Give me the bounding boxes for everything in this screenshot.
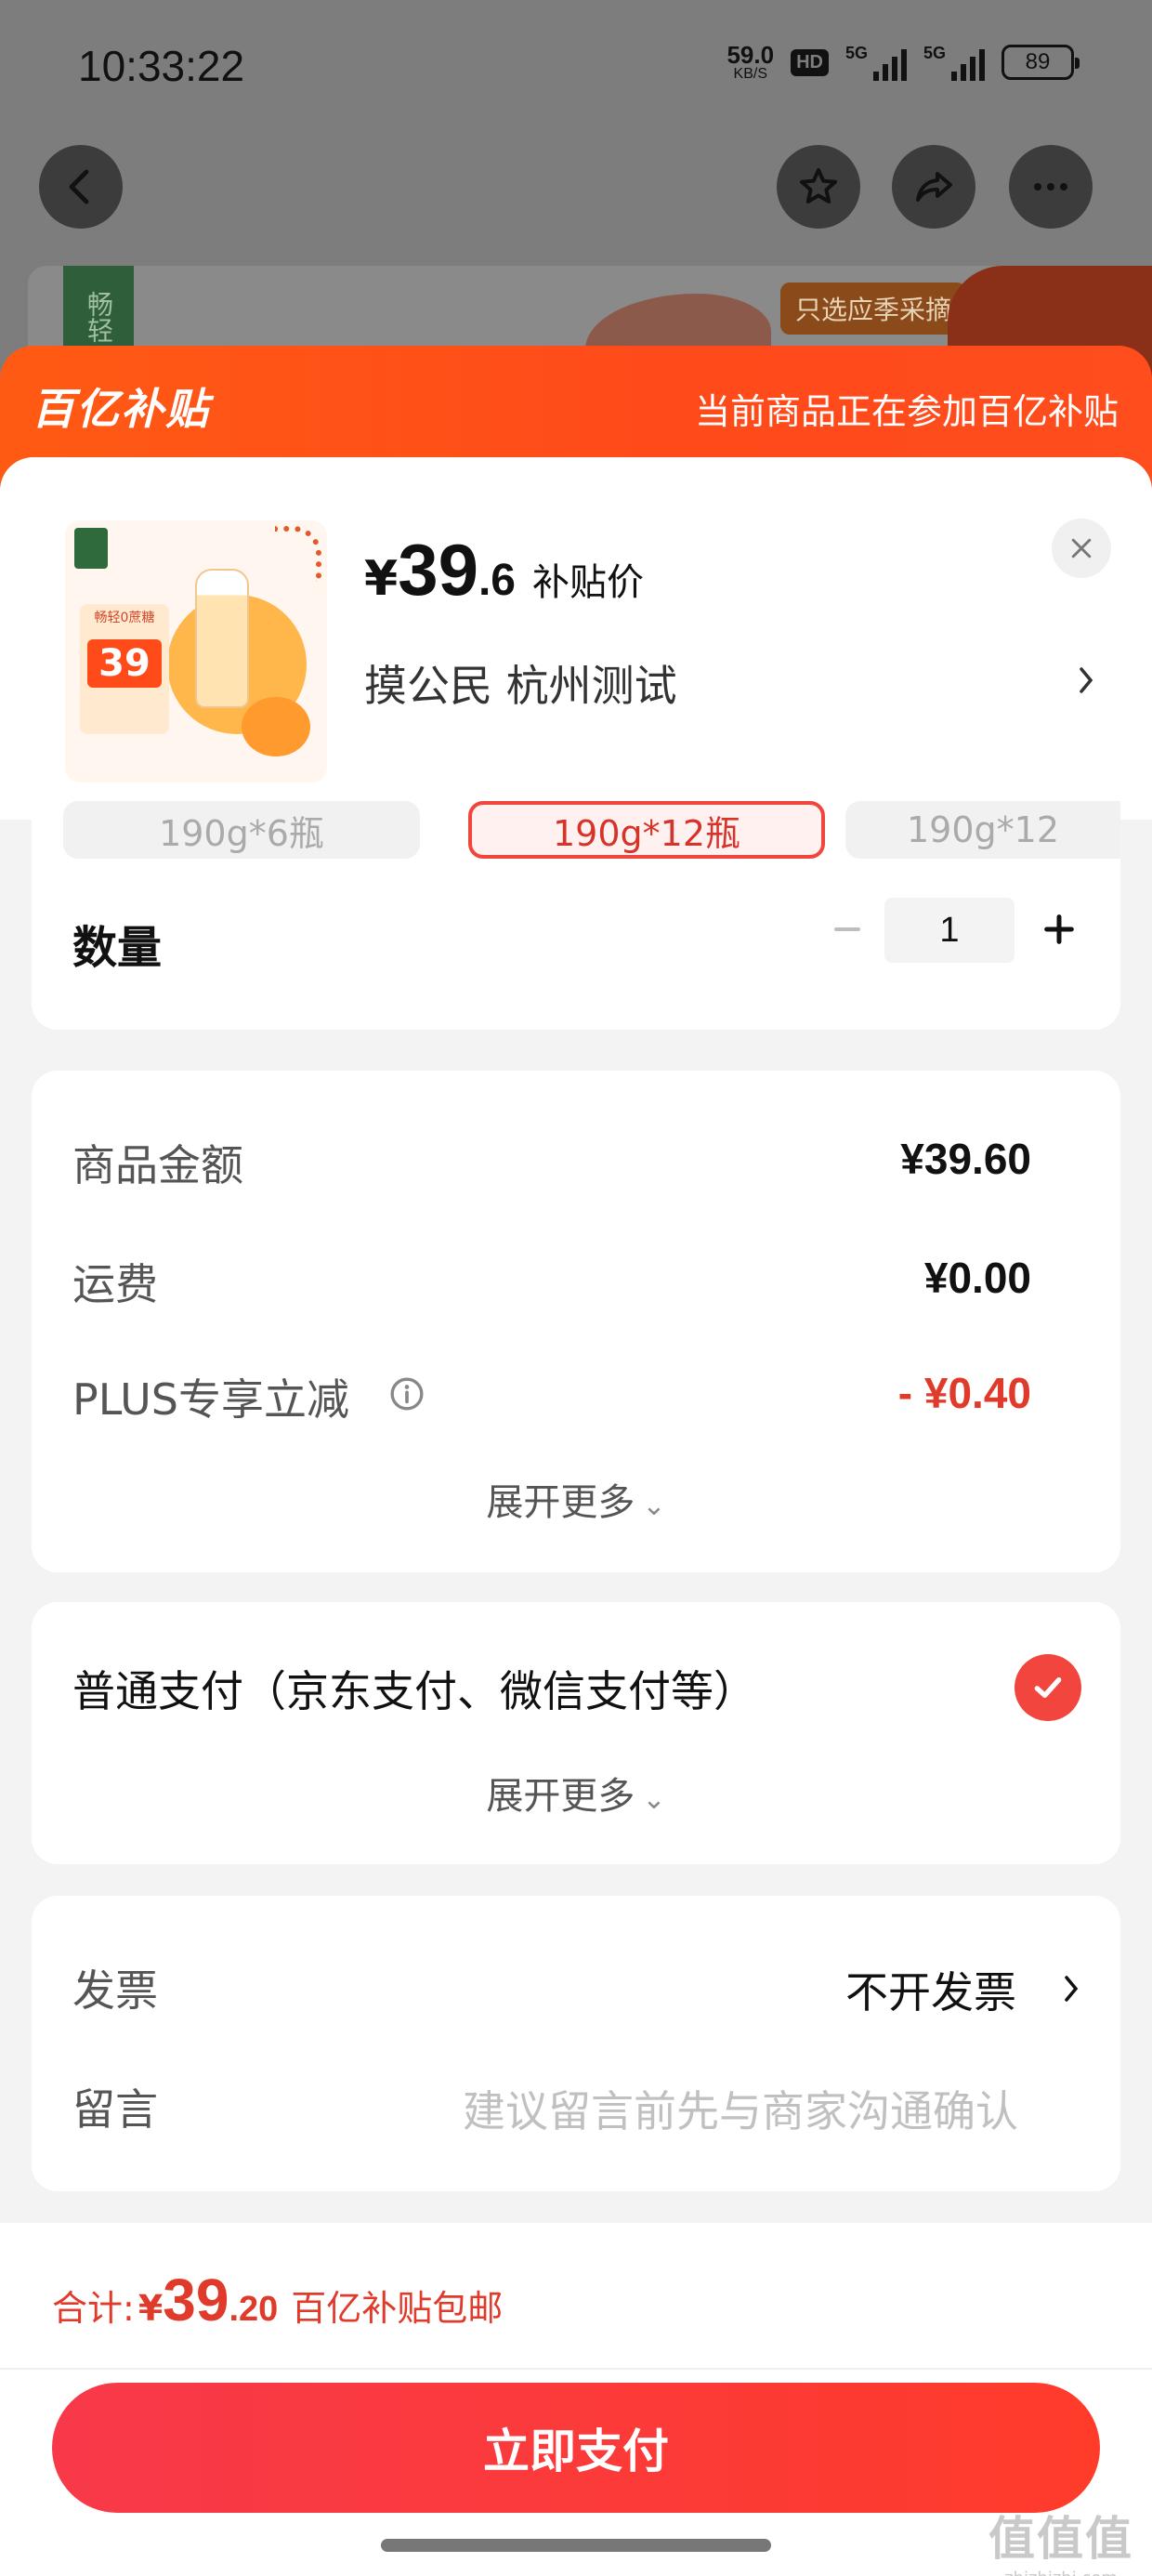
status-icons: 59.0 KB/S HD 5G 5G 89 [727, 43, 1080, 82]
net-speed: 59.0 KB/S [727, 43, 774, 82]
close-icon [1071, 538, 1092, 559]
note-input[interactable]: 建议留言前先与商家沟通确认 [463, 2078, 1018, 2139]
watermark: 值值值 zhizhizhi.com [988, 2512, 1133, 2576]
share-icon [916, 172, 952, 202]
home-indicator[interactable] [381, 2539, 771, 2552]
fee-card: 商品金额 ¥39.60 运费 ¥0.00 PLUS专享立减 - ¥0.40 展开… [32, 1071, 1120, 1572]
price-label: 补贴价 [531, 561, 644, 604]
shipping-label: 运费 [72, 1259, 158, 1309]
bottle-image [195, 569, 249, 708]
banner-tag: 只选应季采摘 [780, 283, 967, 335]
signal-icon-2: 5G [923, 44, 985, 81]
subsidy-price: ¥ 39 .6 补贴价 [364, 528, 644, 612]
spec-option[interactable]: 190g*6瓶 [63, 801, 420, 859]
payment-card: 普通支付（京东支付、微信支付等） 展开更多 ⌄ [32, 1602, 1120, 1864]
product-header: 畅轻0蔗糖 39 ¥ 39 .6 补贴价 摸公民 杭州测试 [0, 457, 1152, 820]
share-button[interactable] [892, 145, 975, 229]
quantity-card: 190g*6瓶 190g*12瓶 190g*12 数量 1 [32, 801, 1120, 1030]
image-price-tag: 畅轻0蔗糖 39 [80, 604, 169, 734]
divider [0, 2368, 1152, 2370]
note-label: 留言 [72, 2084, 158, 2135]
check-icon [1034, 1677, 1062, 1698]
subtotal-label: 商品金额 [72, 1140, 243, 1190]
image-price: 39 [87, 639, 162, 689]
checkout-bottom-bar: 合计: ¥ 39 .20 百亿补贴包邮 立即支付 值值值 zhizhizhi.c… [0, 2223, 1152, 2576]
signal-icon: 5G [845, 44, 907, 81]
status-time: 10:33:22 [78, 42, 245, 90]
payment-selected-check[interactable] [1015, 1654, 1081, 1721]
plus-icon [1044, 914, 1074, 944]
quantity-input[interactable]: 1 [884, 898, 1015, 963]
minus-icon [834, 927, 860, 931]
spec-option[interactable]: 190g*12 [845, 801, 1120, 859]
shipping-value: ¥0.00 [923, 1254, 1031, 1302]
price-integer: 39 [398, 529, 478, 611]
selected-spec[interactable]: 摸公民 杭州测试 [364, 652, 677, 714]
payment-expand-button[interactable]: 展开更多 ⌄ [32, 1766, 1120, 1820]
quantity-label: 数量 [72, 922, 163, 974]
net-speed-unit: KB/S [733, 66, 767, 82]
star-icon [800, 168, 837, 204]
spec-option-selected[interactable]: 190g*12瓶 [468, 801, 825, 859]
info-icon[interactable] [388, 1375, 425, 1413]
chevron-down-icon: ⌄ [642, 1490, 666, 1522]
battery-icon: 89 [1001, 45, 1080, 80]
chevron-right-icon[interactable] [1061, 1972, 1083, 2005]
net-speed-value: 59.0 [727, 41, 775, 69]
invoice-note-card: 发票 不开发票 留言 建议留言前先与商家沟通确认 [32, 1896, 1120, 2191]
subsidy-logo: 百亿补贴 [32, 384, 210, 434]
product-image: 畅轻0蔗糖 39 [65, 520, 327, 782]
payment-method-label[interactable]: 普通支付（京东支付、微信支付等） [72, 1658, 756, 1719]
hd-icon: HD [791, 48, 829, 76]
plus-discount-label: PLUS专享立减 [72, 1374, 349, 1425]
currency-symbol: ¥ [364, 551, 399, 607]
brand-logo-small [74, 528, 108, 569]
more-button[interactable] [1009, 145, 1093, 229]
chevron-right-icon[interactable] [1076, 664, 1098, 697]
close-button[interactable] [1052, 519, 1111, 578]
pay-now-button[interactable]: 立即支付 [52, 2383, 1100, 2513]
total-price: 合计: ¥ 39 .20 百亿补贴包邮 [52, 2266, 503, 2334]
favorite-button[interactable] [777, 145, 860, 229]
invoice-label: 发票 [72, 1965, 158, 2016]
subsidy-note: 当前商品正在参加百亿补贴 [694, 391, 1119, 432]
total-decimal: .20 [229, 2290, 279, 2329]
total-integer: 39 [163, 2267, 229, 2333]
shipping-note: 百亿补贴包邮 [291, 2288, 504, 2329]
back-button[interactable] [39, 145, 123, 229]
quantity-increase-button[interactable] [1031, 901, 1087, 957]
fees-expand-button[interactable]: 展开更多 ⌄ [32, 1472, 1120, 1526]
plus-discount-value: - ¥0.40 [897, 1369, 1031, 1417]
status-bar: 10:33:22 59.0 KB/S HD 5G 5G 89 [0, 0, 1152, 139]
chevron-down-icon: ⌄ [642, 1783, 666, 1816]
chevron-left-icon [69, 169, 89, 204]
total-label: 合计: [52, 2288, 135, 2329]
subtotal-value: ¥39.60 [900, 1135, 1031, 1183]
total-currency: ¥ [137, 2288, 164, 2329]
invoice-value[interactable]: 不开发票 [845, 1959, 1016, 2020]
more-dots-icon [1034, 183, 1067, 191]
leaf-decoration [275, 526, 321, 582]
price-decimal: .6 [478, 556, 516, 605]
peach-image [242, 697, 310, 756]
quantity-decrease-button[interactable] [819, 901, 875, 957]
